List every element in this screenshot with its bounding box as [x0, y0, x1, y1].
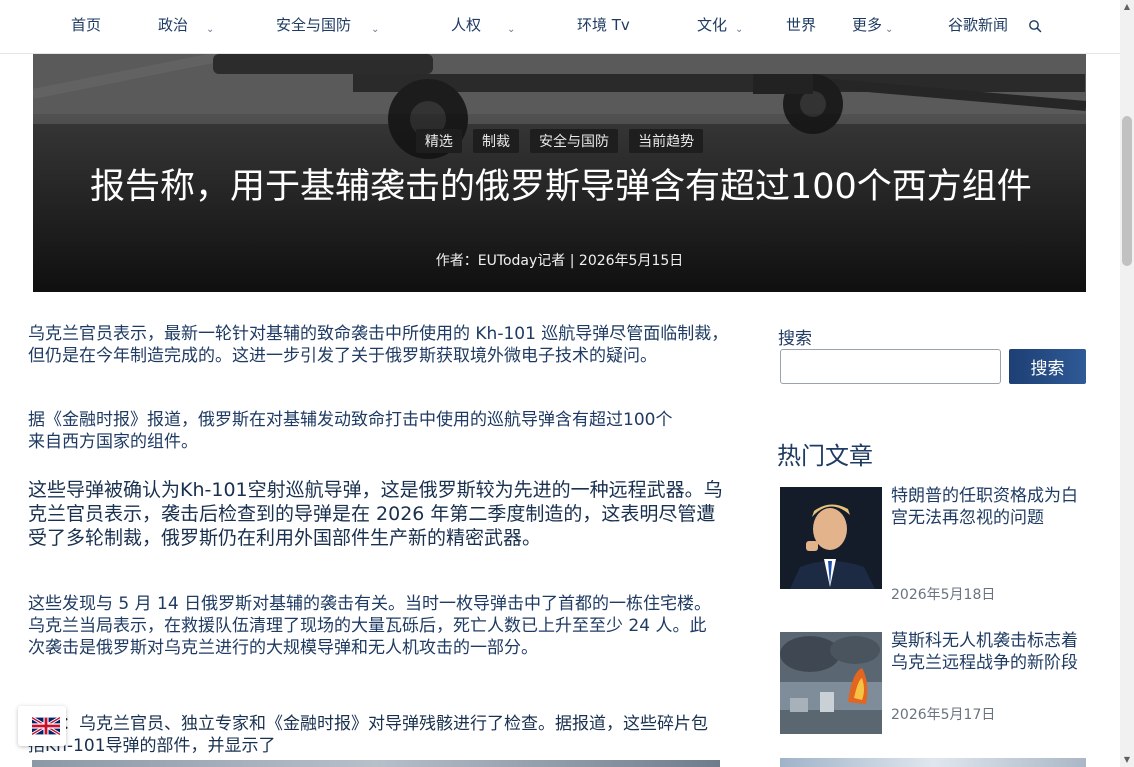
article-image — [32, 760, 720, 767]
tag-security-defense[interactable]: 安全与国防 — [530, 129, 619, 153]
nav-environment-tv[interactable]: 环境 Tv — [577, 14, 630, 35]
language-switcher[interactable] — [18, 706, 66, 746]
explosion-image — [780, 632, 882, 734]
popular-article-2-image[interactable] — [780, 632, 882, 734]
tag-trending[interactable]: 当前趋势 — [629, 129, 704, 153]
nav-human-rights-label: 人权 — [451, 16, 482, 34]
nav-google-news[interactable]: 谷歌新闻 — [948, 14, 1008, 35]
popular-articles-heading: 热门文章 — [777, 442, 873, 470]
article-paragraph-1: 乌克兰官员表示，最新一轮针对基辅的致命袭击中所使用的 Kh-101 巡航导弹尽管… — [28, 324, 729, 366]
nav-world[interactable]: 世界 — [786, 14, 816, 35]
article-byline: 作者：EUToday记者 | 2026年5月15日 — [435, 253, 684, 269]
popular-article-1-title[interactable]: 特朗普的任职资格成为白宫无法再忽视的问题 — [891, 485, 1091, 529]
scroll-up-arrow-icon[interactable]: ▲ — [1120, 0, 1134, 14]
article-paragraph-3: 这些导弹被确认为Kh-101空射巡航导弹，这是俄罗斯较为先进的一种远程武器。乌克… — [28, 479, 723, 549]
scrollbar-thumb[interactable] — [1122, 116, 1132, 266]
nav-more-label: 更多 — [852, 16, 883, 34]
nav-environment-label: 环境 Tv — [577, 16, 630, 34]
popular-article-2-title[interactable]: 莫斯科无人机袭击标志着乌克兰远程战争的新阶段 — [891, 630, 1091, 674]
chevron-down-icon: ⌄ — [507, 24, 516, 35]
nav-home-label: 首页 — [71, 16, 102, 34]
chevron-down-icon: ⌄ — [371, 24, 380, 35]
popular-article-2-date: 2026年5月17日 — [891, 707, 996, 723]
nav-security-label: 安全与国防 — [276, 16, 352, 34]
nav-human-rights[interactable]: 人权 ⌄ — [451, 14, 515, 35]
nav-more[interactable]: 更多 ⌄ — [852, 14, 893, 35]
nav-world-label: 世界 — [786, 16, 817, 34]
chevron-down-icon: ⌄ — [735, 24, 744, 35]
popular-article-3-image[interactable] — [780, 758, 1086, 767]
chevron-down-icon: ⌄ — [885, 24, 894, 35]
nav-security-defense[interactable]: 安全与国防 ⌄ — [276, 14, 379, 35]
portrait-image — [780, 487, 882, 589]
article-paragraph-4: 这些发现与 5 月 14 日俄罗斯对基辅的袭击有关。当时一枚导弹击中了首都的一栋… — [28, 594, 712, 658]
nav-culture-label: 文化 — [697, 16, 728, 34]
tag-featured[interactable]: 精选 — [415, 129, 462, 153]
nav-politics-label: 政治 — [158, 16, 189, 34]
chevron-down-icon: ⌄ — [206, 24, 215, 35]
search-icon[interactable] — [1028, 19, 1042, 33]
nav-home[interactable]: 首页 — [71, 14, 101, 35]
nav-culture[interactable]: 文化 ⌄ — [697, 14, 743, 35]
hero-banner: 精选 制裁 安全与国防 当前趋势 报告称，用于基辅袭击的俄罗斯导弹含有超过100… — [33, 54, 1086, 292]
scroll-down-arrow-icon[interactable]: ▼ — [1120, 753, 1134, 767]
sidebar-search-label: 搜索 — [778, 329, 812, 349]
article-title: 报告称，用于基辅袭击的俄罗斯导弹含有超过100个西方组件 — [90, 167, 1032, 207]
article-paragraph-5: 英文：乌克兰官员、独立专家和《金融时报》对导弹残骸进行了检查。据报道，这些碎片包… — [28, 714, 708, 756]
popular-article-1-date: 2026年5月18日 — [891, 587, 996, 603]
popular-article-1-image[interactable] — [780, 487, 882, 589]
hero-tags: 精选 制裁 安全与国防 当前趋势 — [33, 129, 1086, 153]
tag-sanctions[interactable]: 制裁 — [472, 129, 519, 153]
article-paragraph-2: 据《金融时报》报道，俄罗斯在对基辅发动致命打击中使用的巡航导弹含有超过100个来… — [28, 410, 673, 452]
sidebar-search-input[interactable] — [780, 349, 1001, 384]
sidebar-search-button[interactable]: 搜索 — [1009, 349, 1086, 384]
nav-google-news-label: 谷歌新闻 — [948, 16, 1009, 34]
top-navigation: 首页 政治 ⌄ 安全与国防 ⌄ 人权 ⌄ 环境 Tv 文化 ⌄ 世界 更多 ⌄ 谷歌新闻 — [0, 0, 1120, 54]
nav-politics[interactable]: 政治 ⌄ — [158, 14, 214, 35]
uk-flag-icon — [32, 717, 60, 735]
